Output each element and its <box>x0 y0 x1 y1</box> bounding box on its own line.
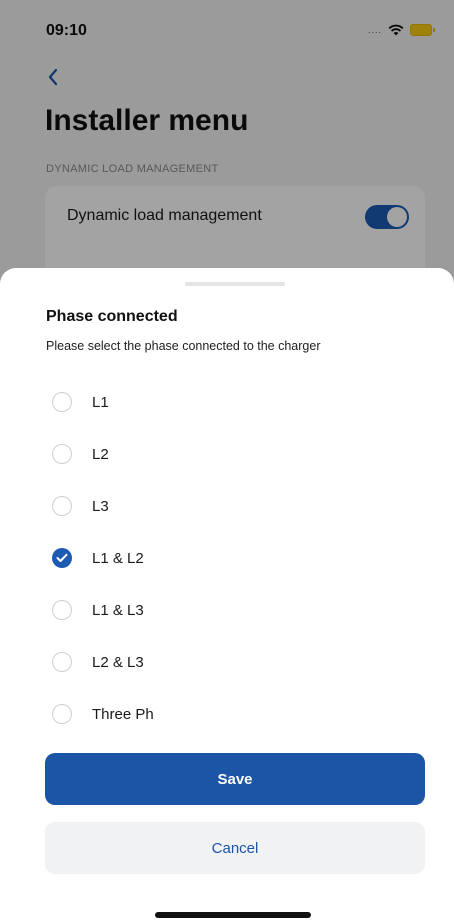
phase-options: L1 L2 L3 L1 & L2 L1 & L3 L2 & L3 Three P… <box>46 376 426 740</box>
option-label: L1 & L2 <box>92 549 144 567</box>
radio-button[interactable] <box>52 548 72 568</box>
option-l1-l2[interactable]: L1 & L2 <box>46 532 426 584</box>
option-label: L2 <box>92 445 109 463</box>
phase-bottom-sheet: Phase connected Please select the phase … <box>0 268 454 922</box>
radio-button[interactable] <box>52 600 72 620</box>
radio-button[interactable] <box>52 496 72 516</box>
cancel-button[interactable]: Cancel <box>45 822 425 874</box>
option-label: Three Ph <box>92 705 154 723</box>
option-label: L2 & L3 <box>92 653 144 671</box>
radio-button[interactable] <box>52 444 72 464</box>
sheet-title: Phase connected <box>46 308 178 325</box>
option-l1[interactable]: L1 <box>46 376 426 428</box>
option-label: L1 & L3 <box>92 601 144 619</box>
option-l2-l3[interactable]: L2 & L3 <box>46 636 426 688</box>
radio-button[interactable] <box>52 704 72 724</box>
save-button[interactable]: Save <box>45 753 425 805</box>
option-l1-l3[interactable]: L1 & L3 <box>46 584 426 636</box>
option-label: L1 <box>92 393 109 411</box>
radio-button[interactable] <box>52 392 72 412</box>
check-icon <box>56 553 68 562</box>
sheet-subtitle: Please select the phase connected to the… <box>46 339 321 353</box>
radio-button[interactable] <box>52 652 72 672</box>
option-label: L3 <box>92 497 109 515</box>
sheet-grabber[interactable] <box>185 282 285 286</box>
option-l2[interactable]: L2 <box>46 428 426 480</box>
option-l3[interactable]: L3 <box>46 480 426 532</box>
home-indicator[interactable] <box>155 912 311 918</box>
option-three-ph[interactable]: Three Ph <box>46 688 426 740</box>
